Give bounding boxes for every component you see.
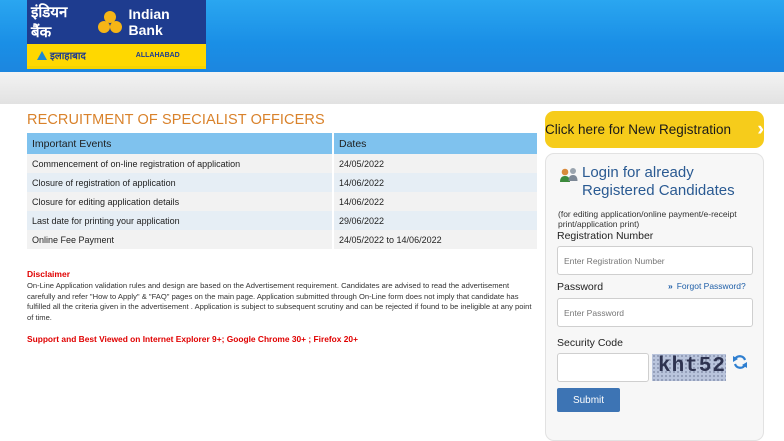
login-panel: Login for already Registered Candidates …	[545, 153, 764, 441]
password-label: Password	[557, 281, 604, 293]
event-cell: Closure for editing application details	[27, 192, 334, 211]
registration-number-input[interactable]	[557, 246, 753, 275]
date-cell: 29/06/2022	[333, 211, 539, 230]
logo-hindi-text: इंडियन बैंक	[31, 3, 68, 41]
double-chevron-right-icon: »	[668, 281, 673, 291]
login-note: (for editing application/online payment/…	[558, 209, 737, 229]
table-row: Online Fee Payment 24/05/2022 to 14/06/2…	[27, 230, 539, 249]
table-row: Commencement of on-line registration of …	[27, 154, 539, 173]
page-title: RECRUITMENT OF SPECIALIST OFFICERS	[27, 112, 325, 128]
logo-sub-hindi: इलाहाबाद	[50, 51, 86, 62]
security-code-label: Security Code	[557, 337, 623, 349]
forgot-password-label: Forgot Password?	[676, 281, 746, 291]
captcha-image: kht52	[652, 354, 726, 381]
password-input[interactable]	[557, 298, 753, 327]
logo-sub-english: ALLAHABAD	[135, 51, 180, 59]
important-events-table: Important Events Dates Commencement of o…	[27, 133, 539, 249]
triangle-icon	[37, 50, 47, 60]
logo-bottom-band: इलाहाबाद ALLAHABAD	[27, 44, 206, 66]
table-row: Closure for editing application details …	[27, 192, 539, 211]
event-cell: Commencement of on-line registration of …	[27, 154, 334, 173]
double-chevron-right-icon: ››	[757, 119, 762, 140]
new-registration-label: Click here for New Registration	[545, 122, 732, 137]
disclaimer-text: On-Line Application validation rules and…	[27, 281, 532, 322]
browser-support-note: Support and Best Viewed on Internet Expl…	[27, 334, 358, 344]
event-cell: Online Fee Payment	[27, 230, 334, 249]
column-header-events: Important Events	[27, 133, 334, 154]
logo-english-text: Indian Bank	[128, 6, 170, 38]
site-header: इंडियन बैंक Indian Bank इलाहाबाद ALLAHAB…	[0, 0, 784, 72]
login-title: Login for already Registered Candidates	[582, 164, 735, 200]
new-registration-button[interactable]: Click here for New Registration ››	[545, 111, 764, 148]
indian-bank-logo[interactable]: इंडियन बैंक Indian Bank इलाहाबाद ALLAHAB…	[27, 0, 206, 69]
table-header-row: Important Events Dates	[27, 133, 539, 154]
date-cell: 14/06/2022	[333, 192, 539, 211]
event-cell: Last date for printing your application	[27, 211, 334, 230]
disclaimer-heading: Disclaimer	[27, 269, 70, 279]
security-code-input[interactable]	[557, 353, 649, 382]
submit-button[interactable]: Submit	[557, 388, 620, 412]
login-title-line1: Login for already	[582, 164, 694, 181]
date-cell: 14/06/2022	[333, 173, 539, 192]
date-cell: 24/05/2022 to 14/06/2022	[333, 230, 539, 249]
refresh-icon[interactable]	[732, 354, 748, 370]
table-row: Last date for printing your application …	[27, 211, 539, 230]
login-title-line2: Registered Candidates	[582, 182, 735, 199]
bank-emblem-icon	[97, 9, 123, 35]
users-icon	[560, 168, 578, 182]
table-row: Closure of registration of application 1…	[27, 173, 539, 192]
event-cell: Closure of registration of application	[27, 173, 334, 192]
logo-top-band: इंडियन बैंक Indian Bank	[27, 0, 206, 44]
captcha-text: kht52	[658, 355, 726, 378]
column-header-dates: Dates	[333, 133, 539, 154]
nav-bar	[0, 72, 784, 104]
forgot-password-link[interactable]: » Forgot Password?	[668, 281, 746, 291]
registration-number-label: Registration Number	[557, 230, 654, 242]
date-cell: 24/05/2022	[333, 154, 539, 173]
